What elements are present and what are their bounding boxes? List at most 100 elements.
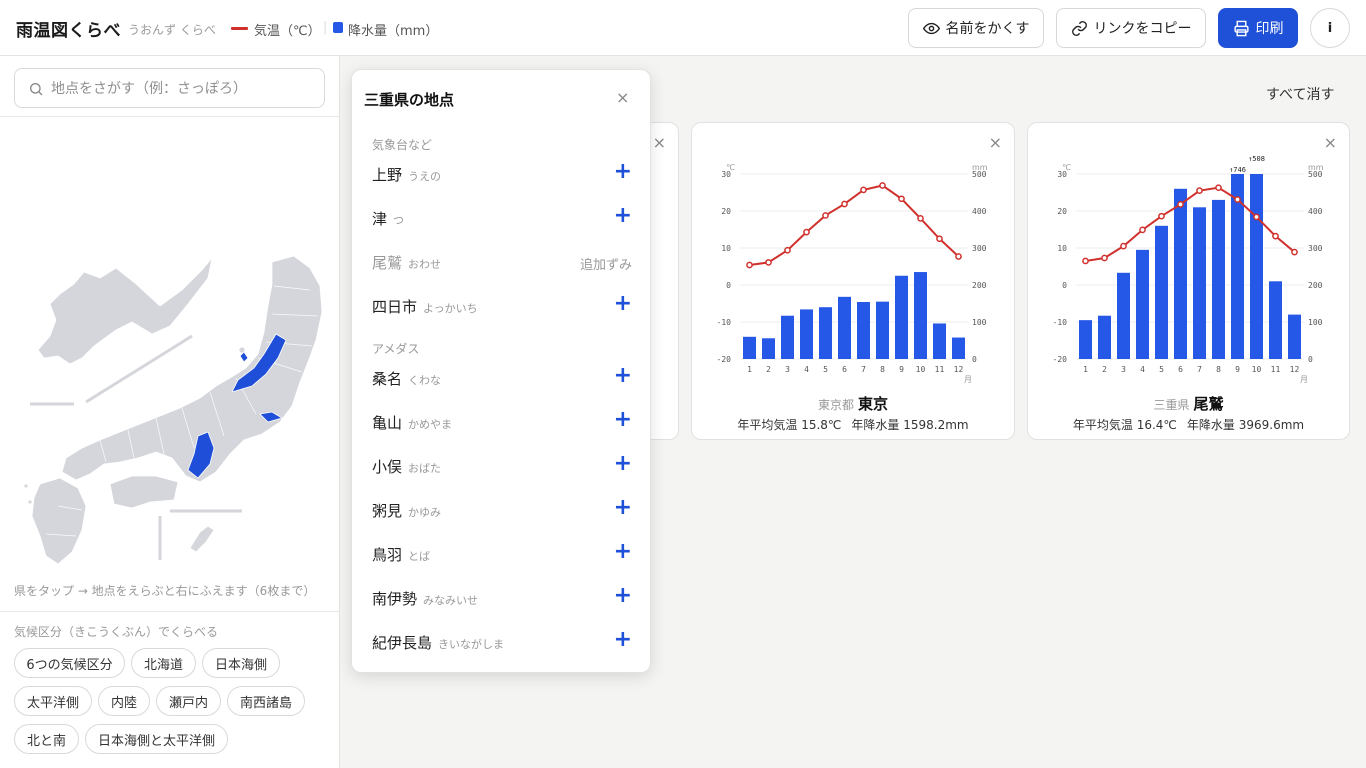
region-chip[interactable]: 日本海側 xyxy=(202,648,280,678)
station-kanji: 尾鷲 xyxy=(372,254,403,272)
add-station-button[interactable]: + xyxy=(614,584,632,608)
chart-rain-bar xyxy=(743,336,756,359)
card-close-button[interactable]: × xyxy=(653,133,666,152)
card-annual-rain: 年降水量 1598.2mm xyxy=(851,418,969,432)
region-chip[interactable]: 日本海側と太平洋側 xyxy=(85,724,228,754)
station-list-item[interactable]: 粥見 かゆみ + xyxy=(372,494,632,524)
climate-card: × 30 20 10 0 -10 -20 500 400 300 200 100 0 ℃ mm 1 2 3 4 5 6… xyxy=(691,122,1015,440)
card-annual-rain: 年降水量 3969.6mm xyxy=(1186,418,1305,432)
search-icon xyxy=(30,83,43,96)
station-kanji: 四日市 xyxy=(372,298,418,316)
search-box xyxy=(14,68,325,108)
chart-rain-bar xyxy=(1212,199,1225,359)
station-kanji: 鳥羽 xyxy=(372,546,403,564)
station-list-item[interactable]: 南伊勢 みなみいせ + xyxy=(372,582,632,612)
region-chip[interactable]: 北と南 xyxy=(14,724,79,754)
station-list-item[interactable]: 津つ + xyxy=(372,202,632,232)
region-chip[interactable]: 北海道 xyxy=(131,648,196,678)
chart-temp-point xyxy=(1291,248,1298,256)
station-kanji: 紀伊長島 xyxy=(372,634,433,652)
map-kyushu xyxy=(31,477,87,565)
chart-rain-tick-label: 400 xyxy=(972,207,987,216)
chart-month-label: 6 xyxy=(842,365,847,374)
chart-rain-bar xyxy=(876,301,889,359)
search-input[interactable] xyxy=(51,77,316,101)
chart-month-label: 1 xyxy=(747,365,752,374)
japan-map[interactable] xyxy=(10,186,330,576)
chart-rain-bar xyxy=(1250,174,1263,359)
sidebar: 県をタップ → 地点をえらぶと右にふえます（6枚まで） 気候区分（きこうくぶん）… xyxy=(0,56,340,768)
station-kanji: 粥見 xyxy=(372,502,403,520)
region-chip[interactable]: 南西諸島 xyxy=(227,686,305,716)
station-name: 亀山 かめやま xyxy=(372,412,452,433)
chart-month-label: 9 xyxy=(1235,365,1240,374)
add-station-button[interactable]: + xyxy=(614,628,632,652)
region-chip[interactable]: 内陸 xyxy=(98,686,150,716)
card-station-name: 東京 xyxy=(858,395,889,413)
chart-temp-point xyxy=(917,215,924,222)
add-station-button[interactable]: + xyxy=(614,408,632,432)
region-chip[interactable]: 太平洋側 xyxy=(14,686,92,716)
chart-month-label: 2 xyxy=(766,365,771,374)
climate-chart: 3020100-10-205004003002001000℃ mm1 2 3 4 5 6 7 8… xyxy=(717,163,988,384)
station-reading: おわせ xyxy=(408,258,442,271)
copy-link-label: リンクをコピー xyxy=(1093,21,1192,37)
chart-temp-tick-label: 20 xyxy=(721,207,731,216)
popup-section-label: アメダス xyxy=(372,342,420,356)
chart-rain-bar xyxy=(1155,225,1168,359)
card-stats: 年平均気温 15.8℃ 年降水量 1598.2mm xyxy=(692,416,1014,433)
chart-temp-point xyxy=(1272,232,1279,240)
add-station-button[interactable]: + xyxy=(614,160,632,184)
card-prefecture: 三重県 xyxy=(1153,398,1190,412)
chart-month-label: 6 xyxy=(1178,365,1183,374)
station-kanji: 桑名 xyxy=(372,370,403,388)
chart-rain-unit: mm xyxy=(1308,163,1324,172)
add-station-button[interactable]: + xyxy=(614,364,632,388)
station-list-item[interactable]: 桑名 くわな + xyxy=(372,362,632,392)
station-kanji: 南伊勢 xyxy=(372,590,418,608)
station-list-item[interactable]: 紀伊長島 きいながしま + xyxy=(372,626,632,656)
clear-all-button[interactable]: すべて消す xyxy=(1266,84,1334,104)
add-station-button[interactable]: + xyxy=(614,204,632,228)
chart-month-label: 7 xyxy=(1197,365,1202,374)
chart-month-label: 7 xyxy=(861,365,866,374)
station-list-item[interactable]: 鳥羽 とば + xyxy=(372,538,632,568)
station-list-item[interactable]: 上野 うえの + xyxy=(372,158,632,188)
chart-temp-point xyxy=(955,253,962,260)
station-reading: おばた xyxy=(408,462,442,475)
copy-link-button[interactable]: リンクをコピー xyxy=(1056,8,1206,48)
station-reading: くわな xyxy=(408,374,442,387)
info-button[interactable]: i xyxy=(1310,8,1350,48)
region-chip[interactable]: 瀬戸内 xyxy=(156,686,221,716)
climate-chart: 3020100-10-205004003002001000℃ mm↑746↑508… xyxy=(1053,155,1324,384)
chart-temp-point xyxy=(1177,200,1184,208)
chart-temp-point xyxy=(1215,184,1222,192)
station-list-item: 尾鷲 おわせ 追加ずみ xyxy=(372,246,632,276)
chart-month-label: 12 xyxy=(1290,365,1300,374)
add-station-button[interactable]: + xyxy=(614,496,632,520)
station-name: 四日市 よっかいち xyxy=(372,296,478,317)
station-popup: 三重県の地点 × 気象台など アメダス 上野 うえの + 津つ + 尾鷲 おわせ 追加ずみ 四日市よ… xyxy=(351,69,651,673)
station-list-item[interactable]: 小俣 おばた + xyxy=(372,450,632,480)
region-chip[interactable]: 6つの気候区分 xyxy=(14,648,125,678)
print-button[interactable]: 印刷 xyxy=(1218,8,1298,48)
chart-temp-point xyxy=(841,200,848,208)
station-name: 桑名 くわな xyxy=(372,368,441,389)
hide-names-button[interactable]: 名前をかくす xyxy=(908,8,1044,48)
chart-temp-point xyxy=(746,261,753,269)
add-station-button[interactable]: + xyxy=(614,540,632,564)
station-name: 紀伊長島 きいながしま xyxy=(372,632,504,653)
chart-rain-bar xyxy=(914,272,927,359)
app-title: 雨温図くらべ xyxy=(16,21,121,41)
chart-rain-bar xyxy=(819,307,832,359)
chart-temp-tick-label: -20 xyxy=(717,355,732,364)
station-name: 粥見 かゆみ xyxy=(372,500,441,521)
add-station-button[interactable]: + xyxy=(614,452,632,476)
chart-month-label: 10 xyxy=(1252,365,1262,374)
sidebar-divider xyxy=(0,116,339,117)
station-list-item[interactable]: 四日市 よっかいち + xyxy=(372,290,632,320)
add-station-button[interactable]: + xyxy=(614,292,632,316)
station-list-item[interactable]: 亀山 かめやま + xyxy=(372,406,632,436)
chart-temp-point xyxy=(1158,212,1165,220)
popup-close-button[interactable]: × xyxy=(616,88,629,107)
